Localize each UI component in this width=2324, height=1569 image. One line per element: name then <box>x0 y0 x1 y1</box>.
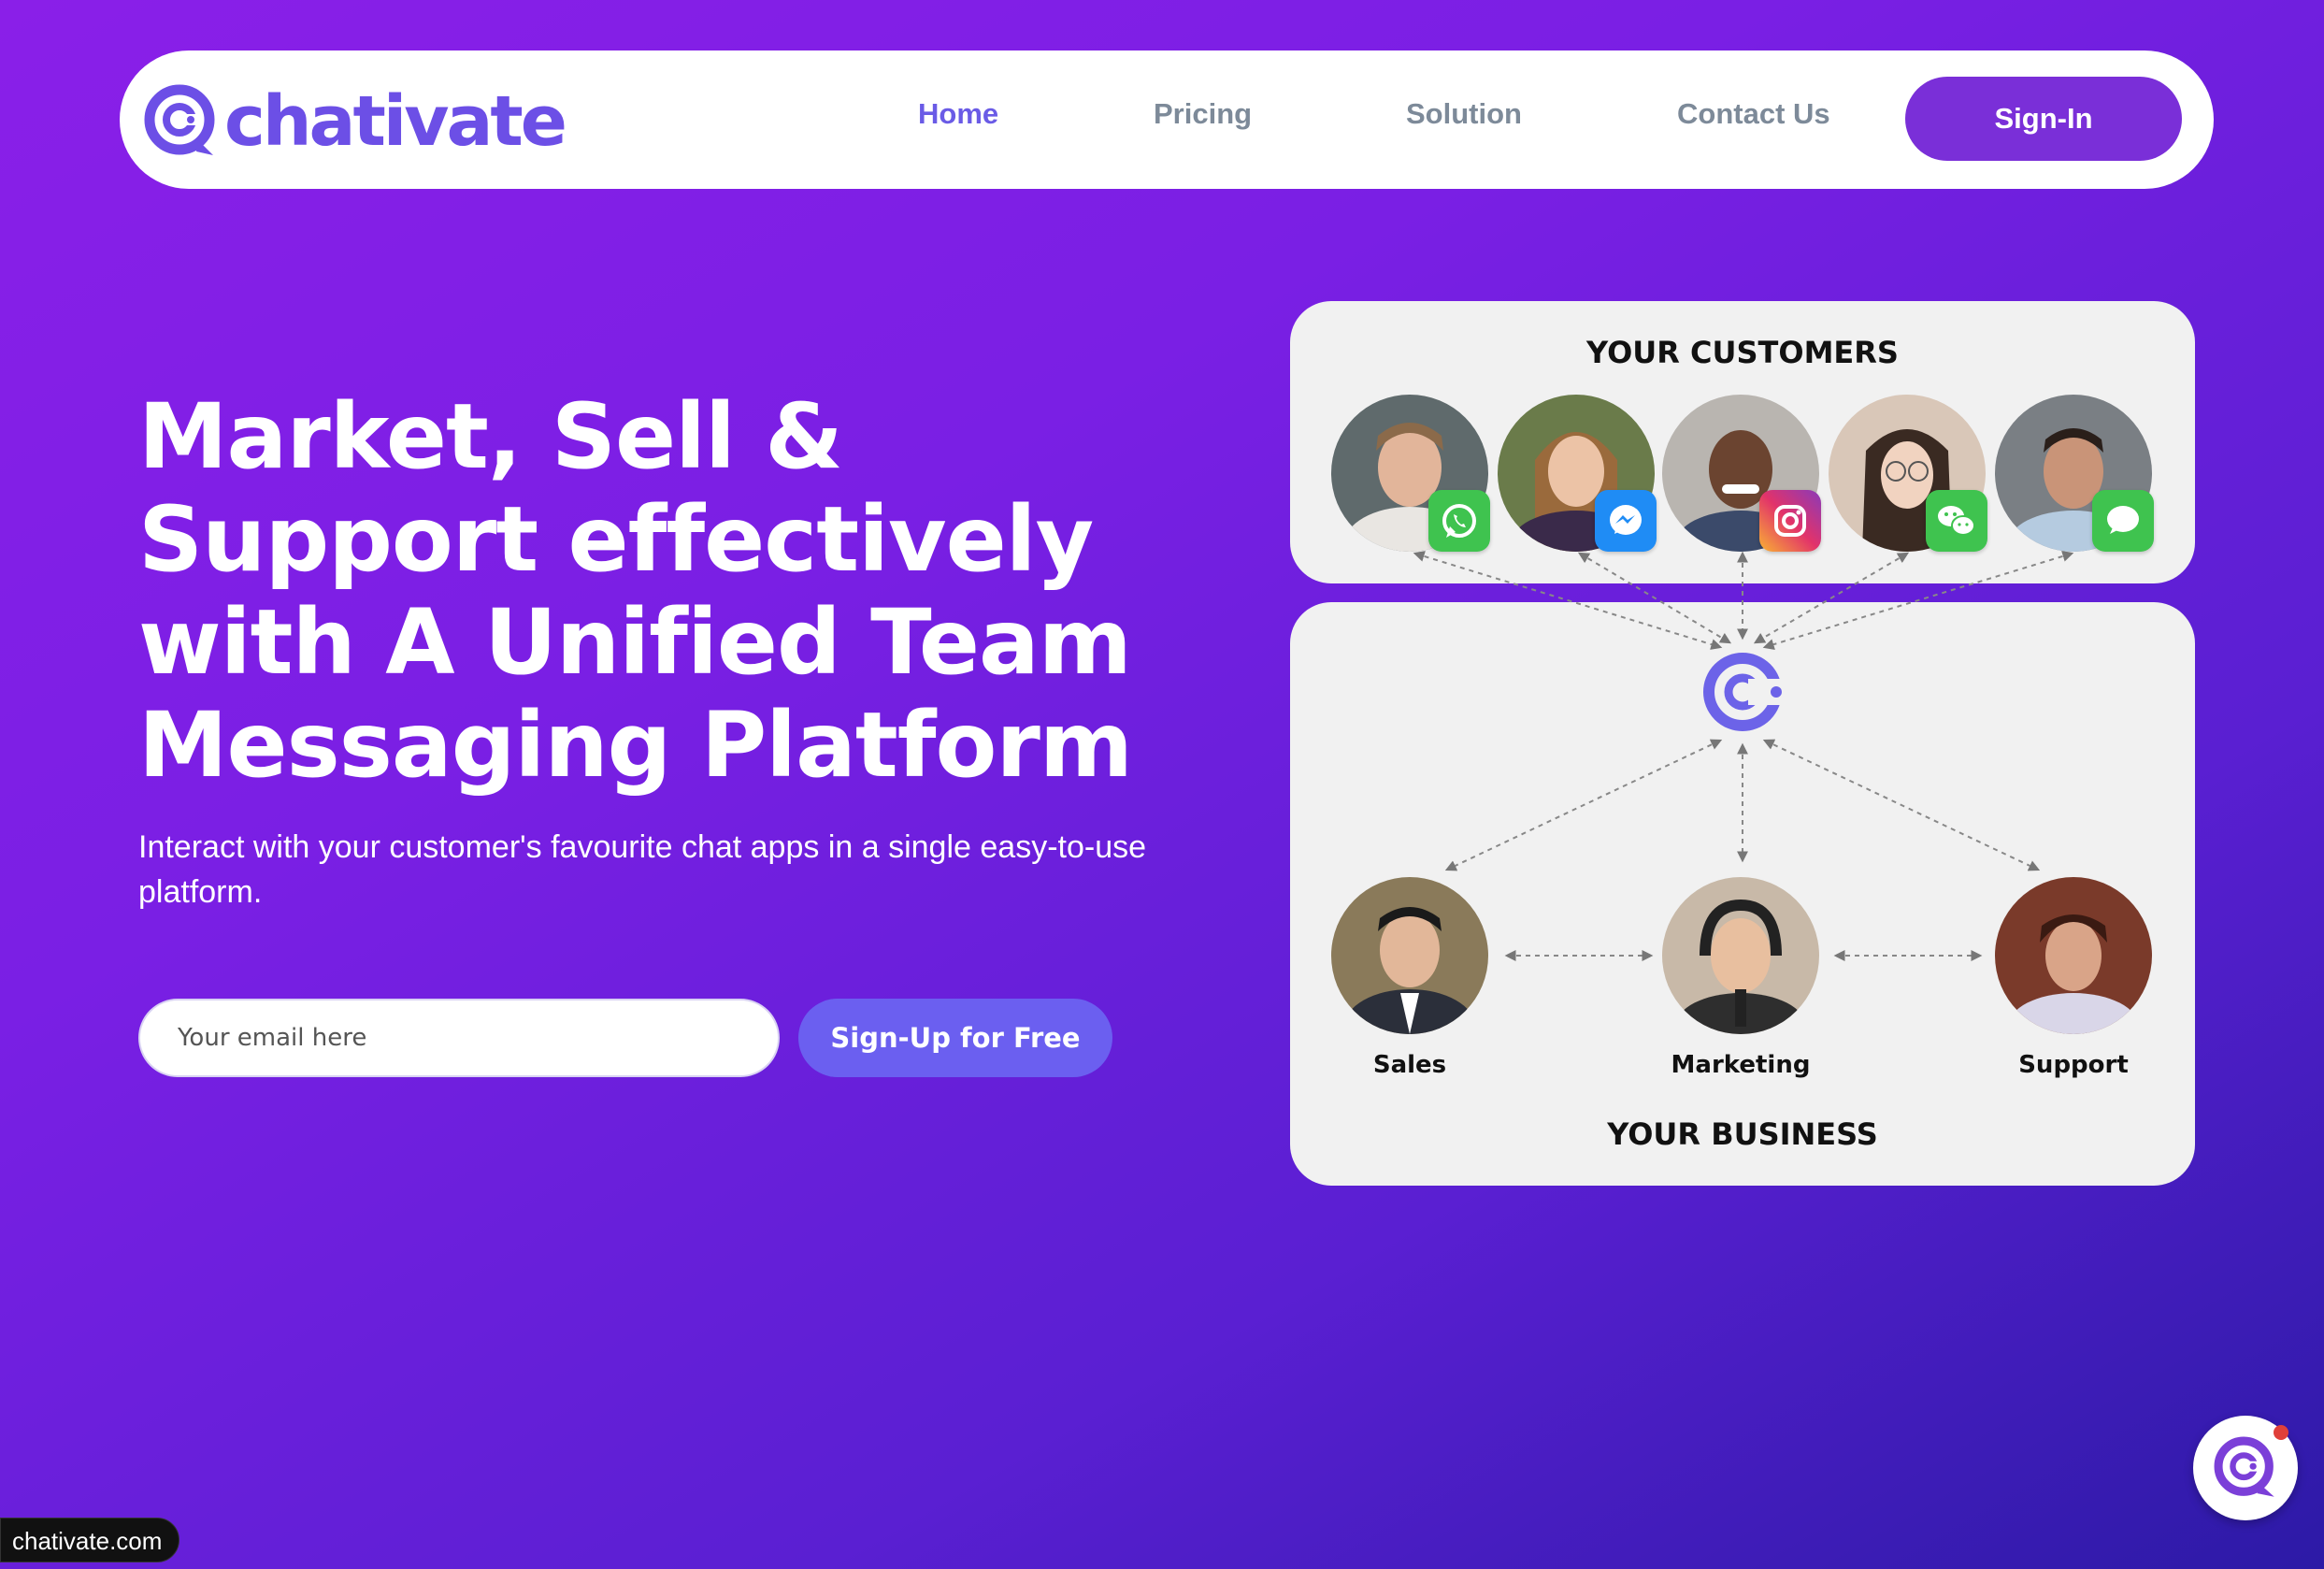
whatsapp-icon <box>1428 490 1490 552</box>
nav-link-solution[interactable]: Solution <box>1406 97 1522 131</box>
messenger-icon <box>1595 490 1657 552</box>
customer-avatar-3 <box>1662 395 1821 552</box>
customer-avatar-4 <box>1829 395 1987 552</box>
team-avatar-marketing <box>1662 877 1819 1034</box>
customers-title: YOUR CUSTOMERS <box>1586 335 1899 370</box>
brand-logo[interactable]: chativate <box>142 81 567 162</box>
instagram-icon <box>1759 490 1821 552</box>
team-avatar-sales <box>1331 877 1488 1034</box>
email-input[interactable] <box>138 999 780 1077</box>
customer-avatar-5 <box>1995 395 2154 552</box>
chativate-logo-icon <box>144 84 215 155</box>
team-member-photo <box>1662 877 1819 1034</box>
team-label-sales: Sales <box>1372 1051 1447 1079</box>
team-avatar-support <box>1995 877 2152 1034</box>
nav-link-contact-us[interactable]: Contact Us <box>1677 97 1830 131</box>
wechat-icon <box>1926 490 1987 552</box>
brand-name: chativate <box>224 81 567 162</box>
customer-avatar-2 <box>1498 395 1657 552</box>
nav-link-pricing[interactable]: Pricing <box>1154 97 1252 131</box>
notification-dot <box>2274 1425 2288 1440</box>
business-title: YOUR BUSINESS <box>1607 1116 1878 1152</box>
chat-logo-icon <box>2214 1436 2274 1497</box>
top-nav-bar: chativate Home Pricing Solution Contact … <box>120 50 2214 189</box>
team-member-photo <box>1995 877 2152 1034</box>
sign-up-free-button[interactable]: Sign-Up for Free <box>798 999 1112 1077</box>
imessage-icon <box>2092 490 2154 552</box>
team-label-support: Support <box>2018 1051 2129 1079</box>
sign-in-button[interactable]: Sign-In <box>1905 77 2182 161</box>
customer-avatar-1 <box>1331 395 1490 552</box>
nav-link-home[interactable]: Home <box>918 97 998 131</box>
hero-subtitle: Interact with your customer's favourite … <box>138 829 1147 910</box>
hero-title: Market, Sell & Support effectively with … <box>138 384 1133 798</box>
team-member-photo <box>1331 877 1488 1034</box>
team-label-marketing: Marketing <box>1671 1051 1811 1079</box>
url-badge: chativate.com <box>0 1518 180 1562</box>
